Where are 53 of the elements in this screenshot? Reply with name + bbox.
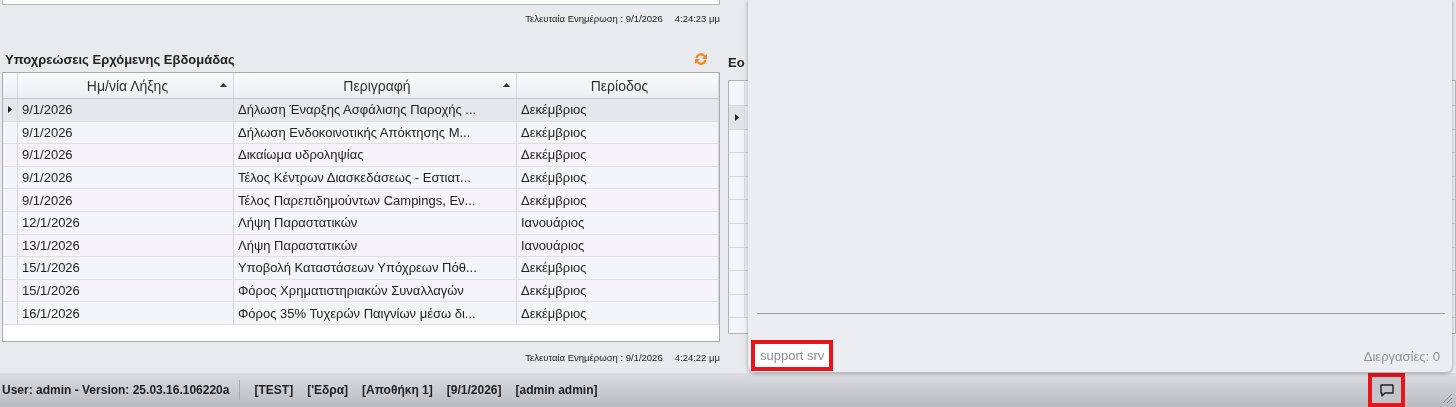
status-item: [9/1/2026] [446, 383, 502, 397]
table-cell: Φόρος 35% Τυχερών Παιγνίων μέσω δι... [234, 302, 517, 324]
table-cell: Δεκέμβριος [517, 279, 719, 302]
table-cell: Ιανουάριος [517, 234, 719, 257]
column-header[interactable]: Περιγραφή [234, 73, 517, 98]
last-update-time: 4:24:22 μμ [674, 352, 720, 363]
row-pointer-icon [8, 106, 12, 114]
table-cell: Δήλωση Ενδοκοινοτικής Απόκτησης Μ... [234, 121, 517, 144]
table-cell: 13/1/2026 [18, 234, 234, 257]
table-cell: Δεκέμβριος [517, 302, 719, 324]
resize-grip-icon[interactable] [1442, 393, 1453, 404]
column-header[interactable]: Περίοδος [517, 73, 719, 98]
table-cell: Υποβολή Καταστάσεων Υπόχρεων Πόθ... [234, 257, 517, 279]
table-cell: Δεκέμβριος [517, 189, 719, 211]
table-cell: Φόρος Χρηματιστηριακών Συναλλαγών [234, 279, 517, 302]
table-cell: Δεκέμβριος [517, 99, 719, 121]
last-update-label: Τελευταία Ενημέρωση : 9/1/2026 [525, 352, 663, 363]
table-cell: 16/1/2026 [18, 302, 234, 324]
section-title: Εο [728, 55, 746, 70]
table-cell: Δεκέμβριος [517, 144, 719, 166]
server-label: support srv [751, 340, 834, 371]
status-item: [Αποθήκη 1] [362, 383, 433, 397]
table-cell: Δεκέμβριος [517, 166, 719, 189]
chat-button[interactable] [1368, 373, 1405, 407]
status-item: [admin admin] [515, 383, 598, 397]
status-item: [TEST] [254, 383, 294, 397]
table-cell: 9/1/2026 [18, 144, 234, 166]
table-cell: Τέλος Παρεπιδημούντων Campings, Εν... [234, 189, 517, 211]
row-pointer-icon [734, 113, 739, 121]
table-cell: Δικαίωμα υδροληψίας [234, 144, 517, 166]
chat-icon [1379, 383, 1394, 397]
table-cell: 9/1/2026 [18, 166, 234, 189]
user-version-label: User: admin - Version: 25.03.16.106220a [0, 380, 241, 400]
refresh-icon[interactable] [693, 51, 709, 67]
table-cell: 9/1/2026 [18, 99, 234, 121]
table-cell: 12/1/2026 [18, 211, 234, 234]
column-header[interactable]: Ημ/νία Λήξης [18, 73, 234, 98]
last-update-label: Τελευταία Ενημέρωση : 9/1/2026 [525, 13, 663, 26]
table-cell: 9/1/2026 [18, 121, 234, 144]
table-cell: 9/1/2026 [18, 189, 234, 211]
section-title: Υποχρεώσεις Ερχόμενης Εβδομάδας [4, 51, 235, 67]
status-item: ['Εδρα] [307, 383, 349, 397]
process-count: Διεργασίες: 0 [1363, 349, 1440, 364]
last-update-time: 4:24:23 μμ [674, 13, 720, 26]
table-cell: 15/1/2026 [18, 279, 234, 302]
table-cell: 15/1/2026 [18, 257, 234, 279]
table-cell: Δεκέμβριος [517, 257, 719, 279]
table-cell: Λήψη Παραστατικών [234, 211, 517, 234]
table-cell: Ιανουάριος [517, 211, 719, 234]
table-cell: Δήλωση Έναρξης Ασφάλισης Παροχής ... [234, 99, 517, 121]
table-cell: Λήψη Παραστατικών [234, 234, 517, 257]
table-cell: Τέλος Κέντρων Διασκεδάσεως - Εστιατ... [234, 166, 517, 189]
table-cell: Δεκέμβριος [517, 121, 719, 144]
